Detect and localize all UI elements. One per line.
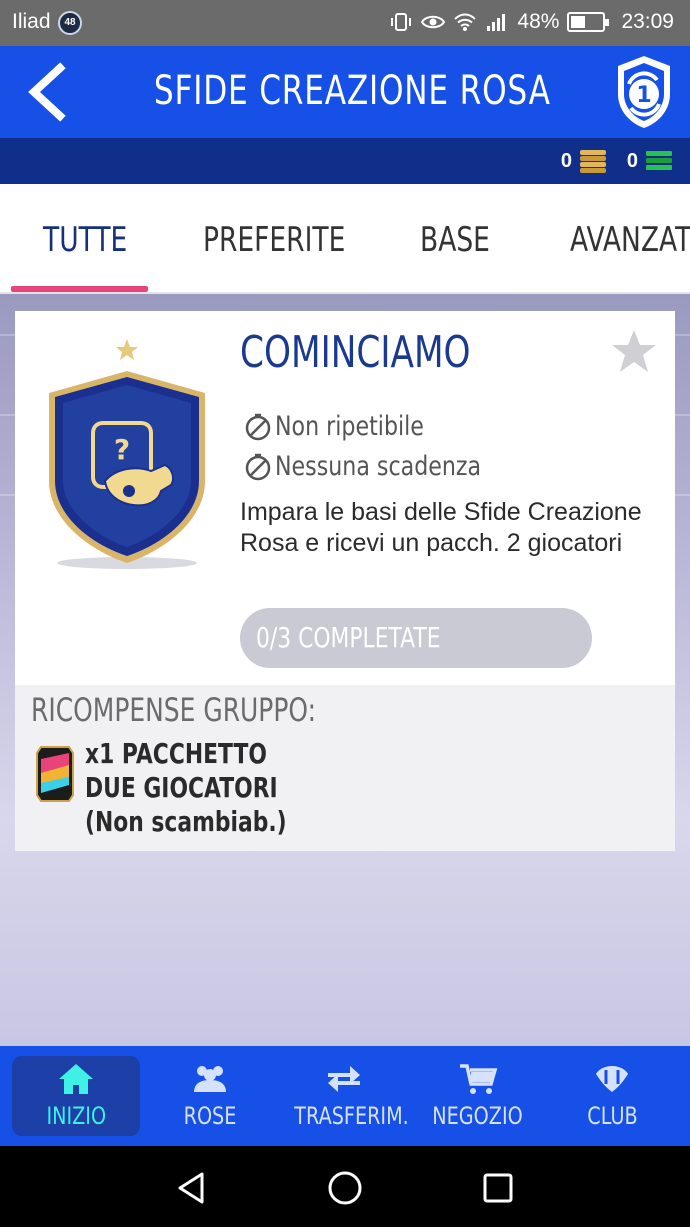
coins-icon bbox=[580, 150, 606, 173]
page-title: SFIDE CREAZIONE ROSA bbox=[153, 68, 551, 114]
favorite-star-icon[interactable] bbox=[609, 327, 659, 377]
notification-badge: 48 bbox=[58, 11, 82, 35]
tab-tutte[interactable]: TUTTE bbox=[43, 220, 127, 260]
currency-bar: 0 0 bbox=[0, 138, 690, 184]
active-tab-indicator bbox=[11, 286, 148, 292]
back-triangle-icon[interactable] bbox=[172, 1168, 212, 1208]
signal-icon bbox=[487, 14, 506, 31]
challenge-description: Impara le basi delle Sfide Creazione Ros… bbox=[240, 498, 642, 557]
status-bar: Iliad 48 48% 23:09 bbox=[0, 0, 690, 46]
points-icon bbox=[646, 151, 672, 170]
points-value: 0 bbox=[626, 149, 638, 172]
nav-label-trasferimenti: TRASFERIM. bbox=[294, 1102, 409, 1130]
expiry-info: Nessuna scadenza bbox=[243, 451, 526, 482]
battery-percent: 48% bbox=[517, 10, 560, 33]
expiry-label: Nessuna scadenza bbox=[275, 451, 482, 482]
filter-tabs: TUTTE PREFERITE BASE AVANZATE bbox=[0, 184, 690, 294]
recents-square-icon[interactable] bbox=[478, 1168, 518, 1208]
transfer-arrows-icon bbox=[328, 1066, 360, 1092]
battery-icon bbox=[567, 12, 610, 32]
no-expiry-icon bbox=[245, 453, 271, 480]
bottom-navigation: INIZIO ROSE TRASFERIM. NEGOZIO CLUB bbox=[0, 1046, 690, 1146]
system-navigation-bar bbox=[0, 1146, 690, 1227]
player-pack-icon bbox=[36, 746, 74, 802]
group-rewards: RICOMPENSE GRUPPO: x1 PACCHETTO DUE GIOC… bbox=[15, 685, 675, 851]
reward-item-label: x1 PACCHETTO DUE GIOCATORI (Non scambiab… bbox=[85, 737, 287, 838]
wifi-icon bbox=[454, 13, 477, 31]
vibrate-icon bbox=[391, 13, 412, 31]
nav-item-rose[interactable]: ROSE bbox=[146, 1056, 274, 1136]
sbc-logo-icon[interactable]: 1 bbox=[612, 52, 676, 132]
coins-display: 0 bbox=[561, 148, 608, 174]
rewards-header: RICOMPENSE GRUPPO: bbox=[31, 691, 317, 729]
tab-base[interactable]: BASE bbox=[420, 220, 490, 260]
nav-label-inizio: INIZIO bbox=[46, 1102, 106, 1130]
tab-avanzate[interactable]: AVANZATE bbox=[570, 220, 690, 260]
coins-value: 0 bbox=[560, 149, 572, 172]
progress-pill: 0/3 COMPLETATE bbox=[240, 608, 592, 668]
home-icon bbox=[59, 1064, 93, 1094]
home-circle-icon[interactable] bbox=[325, 1168, 365, 1208]
challenge-badge-icon: ? bbox=[49, 339, 205, 569]
clock: 23:09 bbox=[621, 10, 674, 33]
nav-label-club: CLUB bbox=[586, 1102, 638, 1130]
tab-preferite[interactable]: PREFERITE bbox=[203, 220, 345, 260]
nav-label-negozio: NEGOZIO bbox=[432, 1102, 524, 1130]
svg-text:?: ? bbox=[114, 433, 130, 466]
nav-item-negozio[interactable]: NEGOZIO bbox=[414, 1056, 542, 1136]
nav-item-club[interactable]: CLUB bbox=[548, 1056, 676, 1136]
nav-item-trasferimenti[interactable]: TRASFERIM. bbox=[280, 1056, 409, 1136]
repeatable-info: Non ripetibile bbox=[243, 411, 457, 442]
progress-label: 0/3 COMPLETATE bbox=[256, 621, 441, 654]
club-icon bbox=[596, 1066, 628, 1092]
cart-icon bbox=[460, 1064, 498, 1094]
challenge-card[interactable]: ? COMINCIAMO Non ripetibile Nessuna scad… bbox=[15, 311, 675, 851]
no-repeat-icon bbox=[245, 413, 271, 440]
challenge-title: COMINCIAMO bbox=[240, 327, 471, 378]
players-icon bbox=[194, 1066, 226, 1092]
points-display: 0 bbox=[627, 148, 674, 174]
nav-label-rose: ROSE bbox=[183, 1102, 237, 1130]
eye-icon bbox=[421, 15, 446, 29]
nav-item-inizio[interactable]: INIZIO bbox=[12, 1056, 140, 1136]
repeatable-label: Non ripetibile bbox=[275, 411, 424, 442]
chevron-left-icon[interactable] bbox=[20, 60, 80, 124]
sbc-logo-text: 1 bbox=[636, 83, 651, 108]
header-bar: SFIDE CREAZIONE ROSA 1 bbox=[0, 46, 690, 138]
carrier-name: Iliad bbox=[12, 10, 51, 33]
